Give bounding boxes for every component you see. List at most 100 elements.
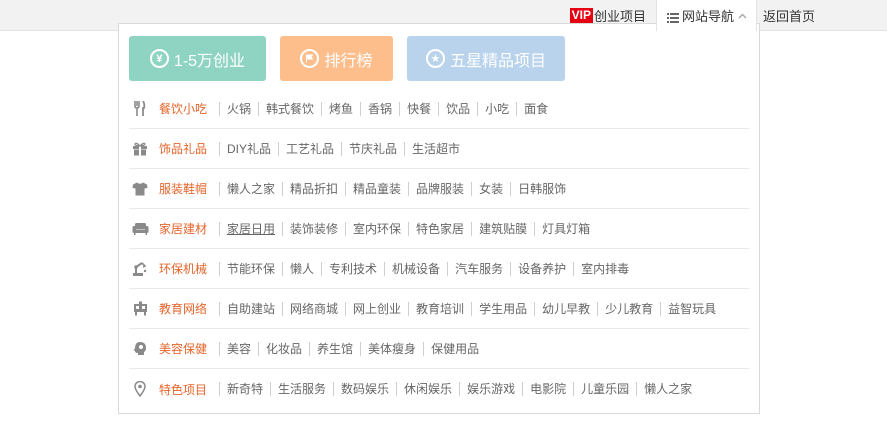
category-link[interactable]: 数码娱乐	[333, 382, 396, 396]
category-row-clothing: 服装鞋帽 懒人之家 精品折扣 精品童装 品牌服装 女装 日韩服饰	[129, 169, 749, 209]
category-link[interactable]: 日韩服饰	[510, 181, 573, 196]
category-link[interactable]: 美体瘦身	[360, 341, 423, 356]
category-links: 家居日用 装饰装修 室内环保 特色家居 建筑贴膜 灯具灯箱	[219, 221, 597, 236]
category-title[interactable]: 家居建材	[159, 220, 219, 237]
category-link[interactable]: 饮品	[438, 101, 477, 116]
category-link[interactable]: 电影院	[522, 382, 573, 396]
category-link[interactable]: 设备养护	[510, 261, 573, 276]
category-link[interactable]: 女装	[471, 181, 510, 196]
category-link[interactable]: 建筑贴膜	[471, 221, 534, 236]
category-link[interactable]: 专利技术	[321, 261, 384, 276]
category-links: 懒人之家 精品折扣 精品童装 品牌服装 女装 日韩服饰	[219, 181, 573, 196]
category-link[interactable]: 灯具灯箱	[534, 221, 597, 236]
category-link[interactable]: 香锅	[360, 101, 399, 116]
category-link[interactable]: 精品折扣	[282, 181, 345, 196]
gift-icon	[131, 141, 149, 157]
site-nav-dropdown: ¥ 1-5万创业 排行榜 ★ 五星精品项目 餐饮小吃 火锅 韩式餐饮 烤鱼 香锅	[118, 23, 760, 414]
category-link[interactable]: 网上创业	[345, 301, 408, 316]
beauty-icon	[131, 341, 149, 357]
category-title[interactable]: 饰品礼品	[159, 140, 219, 157]
education-icon	[131, 301, 149, 317]
category-link[interactable]: 面食	[516, 101, 555, 116]
category-link[interactable]: 懒人之家	[219, 181, 282, 196]
shirt-icon	[131, 181, 149, 197]
category-link[interactable]: 品牌服装	[408, 181, 471, 196]
category-link[interactable]: 工艺礼品	[278, 141, 341, 156]
category-link[interactable]: 懒人	[282, 261, 321, 276]
category-row-food: 餐饮小吃 火锅 韩式餐饮 烤鱼 香锅 快餐 饮品 小吃 面食	[129, 89, 749, 129]
category-links: 节能环保 懒人 专利技术 机械设备 汽车服务 设备养护 室内排毒	[219, 261, 636, 276]
category-link[interactable]: 休闲娱乐	[396, 382, 459, 396]
category-list: 餐饮小吃 火锅 韩式餐饮 烤鱼 香锅 快餐 饮品 小吃 面食 饰品礼品 DIY礼…	[129, 89, 749, 409]
category-links: 自助建站 网络商城 网上创业 教育培训 学生用品 幼儿早教 少儿教育 益智玩具	[219, 301, 723, 316]
category-link[interactable]: DIY礼品	[219, 141, 278, 156]
category-link[interactable]: 家居日用	[219, 221, 282, 236]
vip-badge: VIP	[569, 8, 593, 23]
ranking-label: 排行榜	[324, 52, 373, 70]
ranking-button[interactable]: 排行榜	[280, 36, 393, 81]
category-row-machinery: 环保机械 节能环保 懒人 专利技术 机械设备 汽车服务 设备养护 室内排毒	[129, 249, 749, 289]
home-link[interactable]: 返回首页	[757, 0, 887, 31]
five-star-projects-label: 五星精品项目	[449, 52, 546, 70]
category-link[interactable]: 美容	[219, 341, 258, 356]
five-star-projects-button[interactable]: ★ 五星精品项目	[407, 36, 565, 81]
category-link[interactable]: 快餐	[399, 101, 438, 116]
machine-icon	[131, 261, 149, 277]
category-title[interactable]: 环保机械	[159, 260, 219, 277]
category-link[interactable]: 网络商城	[282, 301, 345, 316]
featured-buttons: ¥ 1-5万创业 排行榜 ★ 五星精品项目	[129, 36, 565, 81]
star-icon: ★	[425, 49, 445, 68]
category-link[interactable]: 装饰装修	[282, 221, 345, 236]
category-link[interactable]: 特色家居	[408, 221, 471, 236]
startup-1-5w-label: 1-5万创业	[173, 52, 246, 70]
category-link[interactable]: 生活超市	[404, 141, 467, 156]
site-nav-label: 网站导航	[681, 9, 734, 24]
category-link[interactable]: 火锅	[219, 101, 258, 116]
flag-icon	[300, 49, 320, 68]
category-link[interactable]: 懒人之家	[636, 382, 699, 396]
category-link[interactable]: 韩式餐饮	[258, 101, 321, 116]
category-row-beauty: 美容保健 美容 化妆品 养生馆 美体瘦身 保健用品	[129, 329, 749, 369]
category-link[interactable]: 生活服务	[270, 382, 333, 396]
yen-icon: ¥	[149, 49, 169, 68]
category-row-education: 教育网络 自助建站 网络商城 网上创业 教育培训 学生用品 幼儿早教 少儿教育 …	[129, 289, 749, 329]
category-link[interactable]: 烤鱼	[321, 101, 360, 116]
category-link[interactable]: 机械设备	[384, 261, 447, 276]
category-link[interactable]: 娱乐游戏	[459, 382, 522, 396]
category-link[interactable]: 精品童装	[345, 181, 408, 196]
category-link[interactable]: 保健用品	[423, 341, 486, 356]
category-link[interactable]: 少儿教育	[597, 301, 660, 316]
site-nav-toggle[interactable]: 网站导航	[655, 0, 757, 31]
category-row-gifts: 饰品礼品 DIY礼品 工艺礼品 节庆礼品 生活超市	[129, 129, 749, 169]
chevron-up-icon	[738, 11, 747, 21]
category-title[interactable]: 餐饮小吃	[159, 100, 219, 117]
category-link[interactable]: 学生用品	[471, 301, 534, 316]
category-links: 美容 化妆品 养生馆 美体瘦身 保健用品	[219, 341, 486, 356]
category-row-home: 家居建材 家居日用 装饰装修 室内环保 特色家居 建筑贴膜 灯具灯箱	[129, 209, 749, 249]
category-link[interactable]: 室内环保	[345, 221, 408, 236]
category-link[interactable]: 节庆礼品	[341, 141, 404, 156]
category-row-featured: 特色项目 新奇特 生活服务 数码娱乐 休闲娱乐 娱乐游戏 电影院 儿童乐园 懒人…	[129, 369, 749, 409]
category-link[interactable]: 教育培训	[408, 301, 471, 316]
category-link[interactable]: 自助建站	[219, 301, 282, 316]
category-title[interactable]: 美容保健	[159, 340, 219, 357]
category-title[interactable]: 教育网络	[159, 300, 219, 317]
fork-knife-icon	[131, 101, 149, 117]
location-pin-icon	[131, 381, 149, 397]
startup-1-5w-button[interactable]: ¥ 1-5万创业	[129, 36, 266, 81]
category-link[interactable]: 汽车服务	[447, 261, 510, 276]
category-links: 火锅 韩式餐饮 烤鱼 香锅 快餐 饮品 小吃 面食	[219, 101, 555, 116]
category-links: 新奇特 生活服务 数码娱乐 休闲娱乐 娱乐游戏 电影院 儿童乐园 懒人之家	[219, 382, 699, 396]
category-link[interactable]: 幼儿早教	[534, 301, 597, 316]
home-link-label: 返回首页	[762, 9, 815, 24]
category-link[interactable]: 小吃	[477, 101, 516, 116]
category-link[interactable]: 化妆品	[258, 341, 309, 356]
category-link[interactable]: 室内排毒	[573, 261, 636, 276]
category-link[interactable]: 节能环保	[219, 261, 282, 276]
category-link[interactable]: 儿童乐园	[573, 382, 636, 396]
category-title[interactable]: 特色项目	[159, 381, 219, 398]
category-link[interactable]: 益智玩具	[660, 301, 723, 316]
category-link[interactable]: 养生馆	[309, 341, 360, 356]
category-title[interactable]: 服装鞋帽	[159, 180, 219, 197]
category-link[interactable]: 新奇特	[219, 382, 270, 396]
